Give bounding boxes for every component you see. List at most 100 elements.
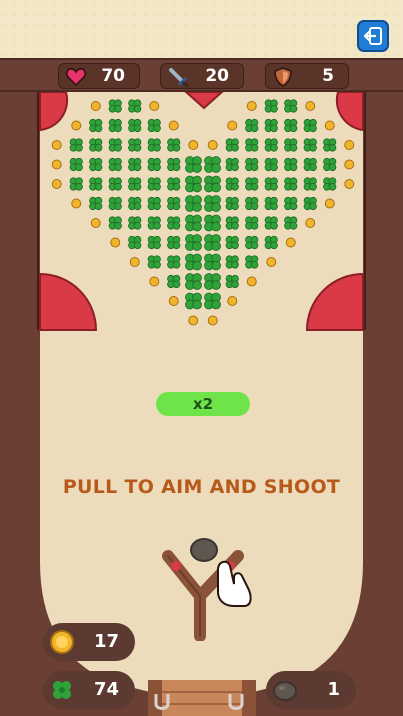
clover-peg [323, 157, 337, 172]
exit-icon [363, 27, 382, 45]
clover-peg [128, 216, 142, 230]
clover-peg [167, 157, 181, 172]
clover-peg [225, 216, 239, 230]
clover-peg [225, 196, 239, 211]
coin-peg [266, 257, 277, 267]
clover-peg [89, 196, 103, 211]
clover-peg [245, 138, 259, 152]
clover-peg [284, 138, 298, 152]
clover-peg [147, 235, 161, 250]
clover-peg [225, 157, 239, 172]
clover-peg [108, 118, 122, 133]
shield-icon [274, 67, 292, 87]
clover-peg [225, 138, 239, 152]
clover-peg [167, 138, 181, 152]
clover-peg [264, 118, 278, 133]
coin-peg [344, 159, 355, 170]
rock-icon [273, 681, 297, 701]
defense-stat: 5 [265, 63, 349, 89]
coin-peg [71, 120, 82, 131]
coin-peg [51, 140, 62, 150]
clover-peg [128, 157, 142, 172]
coin-peg [305, 218, 316, 228]
health-stat: 70 [58, 63, 140, 89]
slingshot[interactable] [158, 536, 258, 641]
clover-peg [128, 235, 142, 250]
coin-value: 17 [93, 631, 119, 652]
clover-peg [264, 235, 278, 250]
left-fan-bumper [39, 272, 98, 331]
clover-peg [167, 255, 181, 269]
attack-stat: 20 [160, 63, 244, 89]
health-value: 70 [101, 66, 125, 86]
coin-peg [110, 237, 121, 248]
clover-peg [167, 216, 181, 230]
top-left-bumper [39, 92, 69, 132]
coin-peg [129, 257, 140, 267]
clover-peg [303, 138, 317, 152]
clover-peg [264, 157, 278, 172]
clover-peg [303, 196, 317, 211]
clover-peg [69, 177, 83, 191]
coin-counter: 17 [43, 623, 135, 661]
clover-peg [167, 196, 181, 211]
coin-peg [324, 120, 335, 131]
clover-icon [53, 681, 71, 699]
clover-peg [284, 216, 298, 230]
coin-peg [90, 101, 101, 111]
clover-peg [264, 196, 278, 211]
coin-peg [188, 140, 199, 150]
exit-button[interactable] [357, 20, 389, 52]
clover-peg [264, 216, 278, 230]
clover-peg [108, 216, 122, 230]
rock-counter: 1 [266, 671, 356, 709]
coin-peg [71, 198, 82, 209]
clover-peg [225, 177, 239, 191]
clover-counter: 74 [43, 671, 135, 709]
clover-peg [147, 196, 161, 211]
clover-peg [167, 274, 181, 289]
clover-peg [89, 138, 103, 152]
top-center-bumper [184, 92, 224, 110]
clover-peg [147, 118, 161, 133]
clover-peg [264, 177, 278, 191]
clover-peg [264, 138, 278, 152]
clover-peg [225, 255, 239, 269]
launch-gate [148, 680, 256, 716]
clover-peg [128, 138, 142, 152]
clover-peg [147, 157, 161, 172]
coin-peg [168, 296, 179, 306]
instruction-text: PULL TO AIM AND SHOOT [62, 476, 341, 498]
coin-peg [168, 120, 179, 131]
clover-peg [245, 255, 259, 269]
coin-peg [149, 276, 160, 287]
coin-peg [305, 101, 316, 111]
top-right-bumper [335, 92, 364, 132]
clover-value: 74 [93, 679, 119, 700]
clover-peg [245, 235, 259, 250]
clover-peg [89, 177, 103, 191]
stats-bar: 70 20 5 [0, 58, 403, 92]
clover-peg [89, 157, 103, 172]
attack-value: 20 [205, 66, 229, 86]
coin-peg [324, 198, 335, 209]
clover-peg [167, 235, 181, 250]
clover-peg [69, 138, 83, 152]
coin-peg [207, 315, 218, 326]
clover-peg [323, 177, 337, 191]
coin-peg [51, 159, 62, 170]
clover-peg [303, 118, 317, 133]
clover-peg [147, 138, 161, 152]
clover-peg [284, 157, 298, 172]
coin-peg [246, 276, 257, 287]
clover-peg [167, 177, 181, 191]
coin-peg [227, 120, 238, 131]
clover-peg [108, 157, 122, 172]
clover-peg [284, 99, 298, 113]
coin-peg [344, 140, 355, 150]
rock-value: 1 [327, 679, 340, 700]
clover-peg [108, 99, 122, 113]
clover-peg [108, 196, 122, 211]
coin-peg [227, 296, 238, 306]
clover-peg [303, 177, 317, 191]
